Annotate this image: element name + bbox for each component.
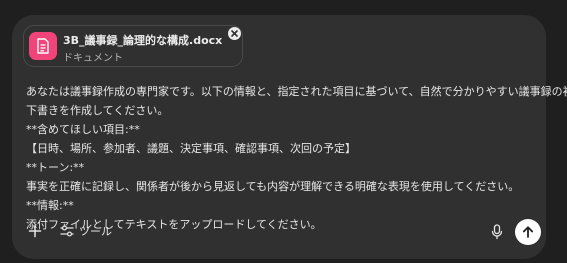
prompt-line: **情報:** xyxy=(26,199,74,212)
prompt-line: **トーン:** xyxy=(26,161,85,174)
arrow-up-icon xyxy=(522,226,534,238)
microphone-icon xyxy=(491,224,503,240)
attachment-card[interactable]: 3B_議事録_論理的な構成.docx ドキュメント xyxy=(23,25,243,67)
close-icon xyxy=(231,30,238,37)
tools-label: ツール xyxy=(79,225,112,238)
prompt-line: 事実を正確に記録し、関係者が後から見返しても内容が理解できる明確な表現を使用して… xyxy=(26,180,520,193)
attachment-file-name: 3B_議事録_論理的な構成.docx xyxy=(63,34,223,47)
composer-panel: 3B_議事録_論理的な構成.docx ドキュメント あなたは議事録作成の専門家で… xyxy=(12,15,567,259)
sliders-icon xyxy=(60,225,74,237)
add-button[interactable] xyxy=(26,222,44,240)
plus-icon xyxy=(28,224,42,238)
prompt-line: 【日時、場所、参加者、議題、決定事項、確認事項、次回の予定】 xyxy=(26,142,356,155)
remove-attachment-button[interactable] xyxy=(228,27,241,40)
prompt-line: **含めてほしい項目:** xyxy=(26,123,140,136)
prompt-line: 下書きを作成してください。 xyxy=(26,104,169,117)
prompt-line: あなたは議事録作成の専門家です。以下の情報と、指定された項目に基づいて、自然で分… xyxy=(26,85,567,98)
attachment-file-type: ドキュメント xyxy=(63,53,123,64)
voice-input-button[interactable] xyxy=(490,224,504,240)
send-button[interactable] xyxy=(515,219,541,245)
composer-toolbar: ツール xyxy=(26,222,112,240)
tools-button[interactable]: ツール xyxy=(60,223,112,239)
document-icon xyxy=(29,32,57,60)
prompt-text-input[interactable]: あなたは議事録作成の専門家です。以下の情報と、指定された項目に基づいて、自然で分… xyxy=(26,82,567,234)
